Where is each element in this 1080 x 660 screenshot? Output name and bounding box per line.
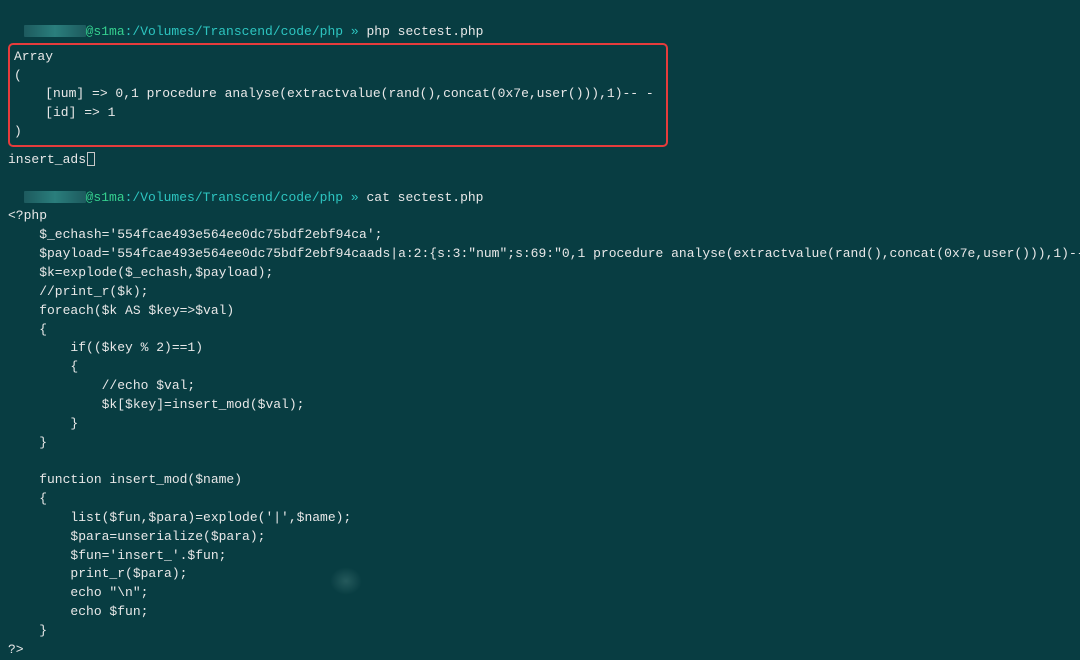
file-contents: <?php $_echash='554fcae493e564ee0dc75bdf… (8, 207, 1072, 659)
prompt-arrow: » (343, 24, 366, 39)
highlight-output-box: Array ( [num] => 0,1 procedure analyse(e… (8, 43, 668, 147)
command-1: php sectest.php (366, 24, 483, 39)
blurred-hostname (24, 191, 86, 203)
prompt-user: @s1ma (86, 190, 125, 205)
command-output-1: Array ( [num] => 0,1 procedure analyse(e… (14, 48, 660, 142)
command-2: cat sectest.php (366, 190, 483, 205)
prompt-line-2[interactable]: @s1ma:/Volumes/Transcend/code/php » cat … (8, 170, 1072, 208)
text-cursor (87, 152, 95, 166)
prompt-arrow: » (343, 190, 366, 205)
php-source: <?php $_echash='554fcae493e564ee0dc75bdf… (8, 207, 1072, 659)
prompt-user: @s1ma (86, 24, 125, 39)
prompt-path: :/Volumes/Transcend/code/php (125, 24, 343, 39)
insert-ads-text: insert_ads (8, 151, 86, 170)
prompt-line-1[interactable]: @s1ma:/Volumes/Transcend/code/php » php … (8, 4, 1072, 42)
insert-ads-line: insert_ads (8, 151, 1072, 170)
blurred-hostname (24, 25, 86, 37)
prompt-path: :/Volumes/Transcend/code/php (125, 190, 343, 205)
